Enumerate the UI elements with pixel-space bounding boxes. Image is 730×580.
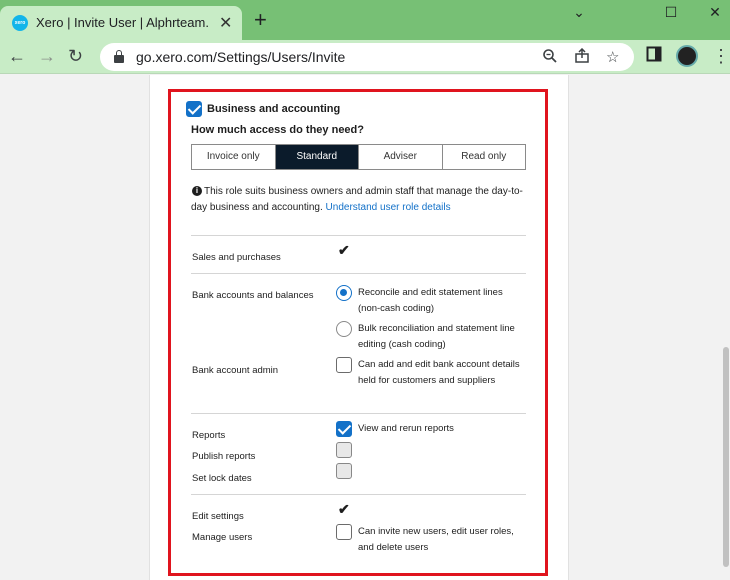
reload-icon[interactable]: ↻ xyxy=(68,45,83,67)
info-icon: i xyxy=(192,186,202,196)
access-option-invoice-only[interactable]: Invoice only xyxy=(192,145,276,169)
access-option-adviser[interactable]: Adviser xyxy=(359,145,443,169)
bank-account-admin-option-text: Can add and edit bank account details he… xyxy=(358,359,520,386)
access-option-read-only[interactable]: Read only xyxy=(443,145,526,169)
browser-titlebar: xero Xero | Invite User | Alphrteam.com … xyxy=(0,0,730,40)
bank-accounts-label: Bank accounts and balances xyxy=(192,290,314,301)
browser-tab[interactable]: xero Xero | Invite User | Alphrteam.com … xyxy=(0,6,242,40)
edit-settings-label: Edit settings xyxy=(192,511,244,522)
window-close-icon[interactable]: ✕ xyxy=(692,0,730,26)
view-rerun-reports-text: View and rerun reports xyxy=(358,423,454,434)
bookmark-star-icon[interactable]: ☆ xyxy=(606,48,619,66)
divider xyxy=(191,235,526,236)
view-rerun-reports-checkbox[interactable] xyxy=(336,421,352,437)
browser-menu-icon[interactable]: ⋮ xyxy=(712,45,730,67)
address-bar[interactable]: go.xero.com/Settings/Users/Invite ☆ xyxy=(100,43,634,71)
radio-bulk-reconciliation[interactable] xyxy=(336,321,352,337)
checkmark-icon: ✔ xyxy=(338,501,350,517)
publish-reports-checkbox[interactable] xyxy=(336,442,352,458)
bulk-reconciliation-option-text: Bulk reconciliation and statement line e… xyxy=(358,323,515,350)
user-role-details-link[interactable]: Understand user role details xyxy=(326,202,451,213)
checkmark-icon: ✔ xyxy=(338,242,350,258)
access-level-selector: Invoice only Standard Adviser Read only xyxy=(191,144,526,170)
tab-close-icon[interactable]: ✕ xyxy=(219,13,232,33)
lock-icon xyxy=(114,50,124,63)
zoom-icon[interactable] xyxy=(542,48,558,68)
page-scrollbar[interactable] xyxy=(722,75,730,580)
scrollbar-thumb[interactable] xyxy=(723,347,729,567)
window-minimize-icon[interactable]: ⌄ xyxy=(556,0,602,26)
side-panel-icon[interactable] xyxy=(646,46,662,67)
bank-account-admin-label: Bank account admin xyxy=(192,365,279,376)
manage-users-label: Manage users xyxy=(192,532,253,543)
business-accounting-checkbox[interactable] xyxy=(186,101,202,117)
divider xyxy=(191,413,526,414)
tab-title: Xero | Invite User | Alphrteam.com xyxy=(36,15,208,30)
access-question: How much access do they need? xyxy=(191,124,364,136)
reports-label: Reports xyxy=(192,430,226,441)
publish-reports-label: Publish reports xyxy=(192,451,256,462)
set-lock-dates-checkbox[interactable] xyxy=(336,463,352,479)
bank-account-admin-checkbox[interactable] xyxy=(336,357,352,373)
reconcile-edit-option-text: Reconcile and edit statement lines (non-… xyxy=(358,287,503,314)
set-lock-dates-label: Set lock dates xyxy=(192,473,252,484)
divider xyxy=(191,273,526,274)
role-description: This role suits business owners and admi… xyxy=(191,184,531,216)
sales-purchases-label: Sales and purchases xyxy=(192,252,281,263)
xero-favicon-icon: xero xyxy=(12,15,28,31)
profile-avatar[interactable] xyxy=(676,45,698,67)
manage-users-checkbox[interactable] xyxy=(336,524,352,540)
window-maximize-icon[interactable]: ☐ xyxy=(648,0,694,26)
manage-users-option-text: Can invite new users, edit user roles, a… xyxy=(358,526,514,553)
url-text: go.xero.com/Settings/Users/Invite xyxy=(136,49,346,65)
section-title: Business and accounting xyxy=(207,103,341,115)
browser-toolbar: ← → ↻ go.xero.com/Settings/Users/Invite … xyxy=(0,40,730,74)
back-arrow-icon[interactable]: ← xyxy=(8,45,26,67)
divider xyxy=(191,494,526,495)
forward-arrow-icon[interactable]: → xyxy=(38,45,56,67)
access-option-standard[interactable]: Standard xyxy=(275,145,359,169)
new-tab-button[interactable]: + xyxy=(254,9,267,31)
share-icon[interactable] xyxy=(574,47,590,68)
radio-reconcile-edit[interactable] xyxy=(336,285,352,301)
